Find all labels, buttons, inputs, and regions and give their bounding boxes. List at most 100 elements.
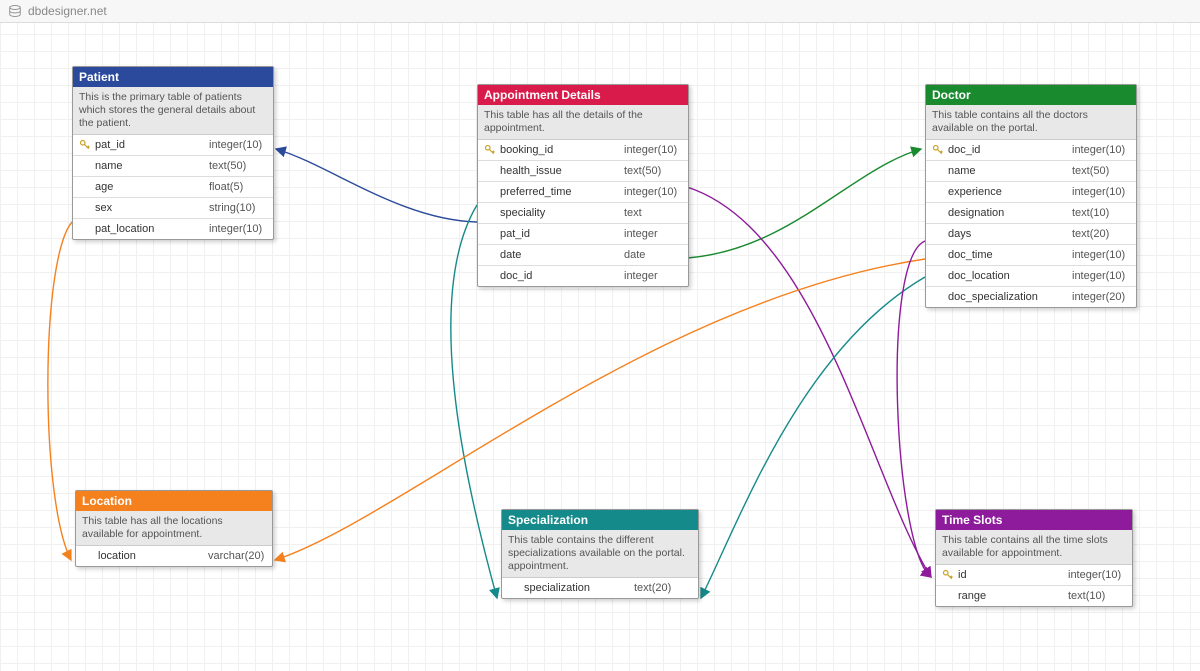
column-name: doc_specialization <box>946 291 1072 303</box>
table-column[interactable]: idinteger(10) <box>936 565 1132 585</box>
table-column[interactable]: daystext(20) <box>926 223 1136 244</box>
column-type: integer <box>624 270 684 282</box>
table-column[interactable]: pat_locationinteger(10) <box>73 218 273 239</box>
column-type: date <box>624 249 684 261</box>
column-type: string(10) <box>209 202 269 214</box>
column-type: text(10) <box>1072 207 1132 219</box>
table-column[interactable]: doc_idinteger <box>478 265 688 286</box>
table-doctor[interactable]: DoctorThis table contains all the doctor… <box>925 84 1137 308</box>
table-column[interactable]: locationvarchar(20) <box>76 546 272 566</box>
table-description: This table contains the different specia… <box>502 530 698 578</box>
key-placeholder <box>77 222 93 236</box>
key-placeholder <box>482 269 498 283</box>
column-name: doc_id <box>498 270 624 282</box>
table-columns: idinteger(10)rangetext(10) <box>936 565 1132 606</box>
table-column[interactable]: specialitytext <box>478 202 688 223</box>
primary-key-icon <box>940 568 956 582</box>
column-name: specialization <box>522 582 634 594</box>
table-description: This table contains all the doctors avai… <box>926 105 1136 140</box>
diagram-canvas[interactable]: dbdesigner.net PatientThis is the primar… <box>0 0 1200 671</box>
key-placeholder <box>80 549 96 563</box>
column-name: id <box>956 569 1068 581</box>
primary-key-icon <box>930 143 946 157</box>
key-placeholder <box>940 589 956 603</box>
table-column[interactable]: experienceinteger(10) <box>926 181 1136 202</box>
key-placeholder <box>930 248 946 262</box>
key-placeholder <box>482 206 498 220</box>
table-header[interactable]: Appointment Details <box>478 85 688 105</box>
table-description: This table contains all the time slots a… <box>936 530 1132 565</box>
primary-key-icon <box>482 143 498 157</box>
column-name: experience <box>946 186 1072 198</box>
topbar: dbdesigner.net <box>0 0 1200 23</box>
key-placeholder <box>930 269 946 283</box>
column-type: text(20) <box>1072 228 1132 240</box>
table-description: This table has all the details of the ap… <box>478 105 688 140</box>
column-type: integer(10) <box>624 144 684 156</box>
table-description: This table has all the locations availab… <box>76 511 272 546</box>
column-type: integer <box>624 228 684 240</box>
table-header[interactable]: Patient <box>73 67 273 87</box>
column-type: text(50) <box>1072 165 1132 177</box>
key-placeholder <box>930 206 946 220</box>
table-columns: specializationtext(20) <box>502 578 698 598</box>
table-appointment[interactable]: Appointment DetailsThis table has all th… <box>477 84 689 287</box>
table-header[interactable]: Doctor <box>926 85 1136 105</box>
table-column[interactable]: rangetext(10) <box>936 585 1132 606</box>
column-type: integer(10) <box>1072 144 1132 156</box>
column-type: text(20) <box>634 582 694 594</box>
column-type: integer(10) <box>1068 569 1128 581</box>
table-column[interactable]: doc_locationinteger(10) <box>926 265 1136 286</box>
table-column[interactable]: designationtext(10) <box>926 202 1136 223</box>
column-type: integer(10) <box>1072 186 1132 198</box>
table-column[interactable]: booking_idinteger(10) <box>478 140 688 160</box>
table-column[interactable]: pat_idinteger(10) <box>73 135 273 155</box>
table-specialization[interactable]: SpecializationThis table contains the di… <box>501 509 699 599</box>
column-name: name <box>946 165 1072 177</box>
table-column[interactable]: specializationtext(20) <box>502 578 698 598</box>
table-column[interactable]: preferred_timeinteger(10) <box>478 181 688 202</box>
key-placeholder <box>930 227 946 241</box>
key-placeholder <box>930 164 946 178</box>
table-column[interactable]: nametext(50) <box>926 160 1136 181</box>
column-name: speciality <box>498 207 624 219</box>
table-column[interactable]: datedate <box>478 244 688 265</box>
table-header[interactable]: Time Slots <box>936 510 1132 530</box>
column-type: integer(20) <box>1072 291 1132 303</box>
table-location[interactable]: LocationThis table has all the locations… <box>75 490 273 567</box>
key-placeholder <box>77 159 93 173</box>
column-type: text(50) <box>624 165 684 177</box>
key-placeholder <box>930 290 946 304</box>
table-column[interactable]: health_issuetext(50) <box>478 160 688 181</box>
column-name: doc_time <box>946 249 1072 261</box>
column-name: preferred_time <box>498 186 624 198</box>
key-placeholder <box>77 180 93 194</box>
column-type: integer(10) <box>624 186 684 198</box>
column-type: text(50) <box>209 160 269 172</box>
key-placeholder <box>482 227 498 241</box>
table-timeslots[interactable]: Time SlotsThis table contains all the ti… <box>935 509 1133 607</box>
table-header[interactable]: Specialization <box>502 510 698 530</box>
column-name: health_issue <box>498 165 624 177</box>
column-name: location <box>96 550 208 562</box>
table-patient[interactable]: PatientThis is the primary table of pati… <box>72 66 274 240</box>
column-name: booking_id <box>498 144 624 156</box>
key-placeholder <box>77 201 93 215</box>
column-name: age <box>93 181 209 193</box>
column-name: name <box>93 160 209 172</box>
table-column[interactable]: agefloat(5) <box>73 176 273 197</box>
column-name: days <box>946 228 1072 240</box>
table-column[interactable]: nametext(50) <box>73 155 273 176</box>
table-columns: pat_idinteger(10)nametext(50)agefloat(5)… <box>73 135 273 239</box>
table-column[interactable]: doc_specializationinteger(20) <box>926 286 1136 307</box>
table-column[interactable]: pat_idinteger <box>478 223 688 244</box>
column-name: sex <box>93 202 209 214</box>
table-column[interactable]: sexstring(10) <box>73 197 273 218</box>
column-name: range <box>956 590 1068 602</box>
column-type: integer(10) <box>209 223 269 235</box>
table-header[interactable]: Location <box>76 491 272 511</box>
table-columns: locationvarchar(20) <box>76 546 272 566</box>
column-name: designation <box>946 207 1072 219</box>
table-column[interactable]: doc_idinteger(10) <box>926 140 1136 160</box>
table-column[interactable]: doc_timeinteger(10) <box>926 244 1136 265</box>
